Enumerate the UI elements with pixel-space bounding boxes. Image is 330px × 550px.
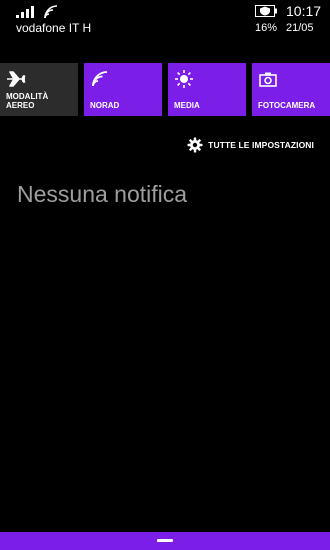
airplane-mode-tile[interactable]: MODALITÀ AEREO (0, 63, 78, 116)
carrier-name: vodafone IT H (16, 21, 92, 35)
camera-label: FOTOCAMERA (258, 101, 316, 110)
battery-percent: 16% (255, 22, 278, 34)
wifi-label: NORAD (90, 101, 120, 110)
airplane-icon (7, 71, 26, 87)
no-notifications-text: Nessuna notifica (17, 181, 188, 207)
action-center-bottom-bar (0, 532, 330, 550)
gear-icon (187, 137, 203, 153)
airplane-mode-label: MODALITÀ AEREO (6, 92, 49, 110)
brightness-tile[interactable]: MEDIA (168, 63, 246, 116)
brightness-icon (175, 70, 193, 88)
quick-actions: MODALITÀ AEREO NORAD MEDIA FOTOCAMERA (0, 63, 330, 116)
all-settings-label: TUTTE LE IMPOSTAZIONI (208, 140, 314, 150)
camera-icon (259, 72, 277, 87)
wifi-icon (92, 71, 108, 87)
status-bar: vodafone IT H 10:17 16% 21/05 (0, 0, 330, 40)
drag-handle[interactable] (157, 539, 173, 542)
all-settings-link[interactable]: TUTTE LE IMPOSTAZIONI (187, 136, 314, 154)
clock: 10:17 (286, 3, 322, 19)
camera-tile[interactable]: FOTOCAMERA (252, 63, 330, 116)
wifi-icon (44, 5, 58, 19)
wifi-tile[interactable]: NORAD (84, 63, 162, 116)
signal-icon (16, 6, 34, 18)
date: 21/05 (286, 22, 314, 34)
battery-saver-icon (255, 5, 277, 17)
brightness-label: MEDIA (174, 101, 200, 110)
